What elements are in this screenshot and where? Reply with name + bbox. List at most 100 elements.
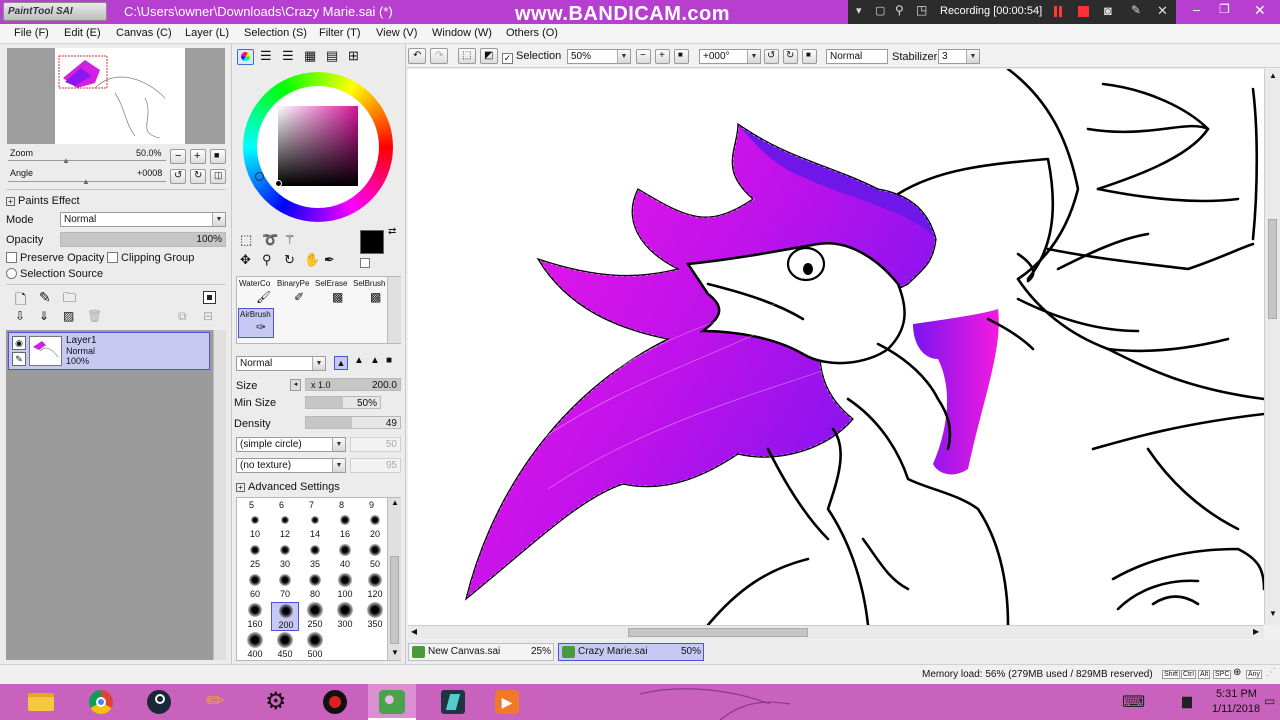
canvas-vertical-scrollbar[interactable]: ▲ ▼ (1264, 69, 1280, 625)
eyedropper-icon[interactable]: ✒ (324, 252, 335, 268)
scroll-thumb[interactable] (390, 556, 399, 644)
scroll-up-icon[interactable]: ▲ (391, 498, 399, 507)
canvas-zoom-out-button[interactable]: − (636, 49, 651, 64)
tab-crazy-marie[interactable]: Crazy Marie.sai 50% (558, 643, 704, 661)
scratchpad-tab-icon[interactable]: ▤ (326, 48, 338, 64)
size-preset-10[interactable]: 10 (241, 512, 269, 541)
eye-icon[interactable]: ◉ (12, 336, 26, 350)
recorder-close-icon[interactable]: ✕ (1157, 3, 1168, 19)
menu-layer[interactable]: Layer (L) (185, 27, 229, 39)
zoom-slider[interactable] (8, 160, 166, 164)
scroll-thumb[interactable] (1268, 219, 1277, 319)
canvas-zoom-select[interactable]: 50% ▼ (567, 49, 631, 64)
taskbar-pencil-app[interactable]: ✏ (200, 688, 234, 716)
magic-wand-icon[interactable]: ⚚ (284, 232, 296, 248)
size-preset-60[interactable]: 60 (241, 572, 269, 601)
zoom-reset-button[interactable]: ■ (210, 149, 226, 164)
canvas-zoom-reset-button[interactable]: ■ (674, 49, 689, 64)
primary-color-swatch[interactable] (360, 230, 384, 254)
new-linework-layer-icon[interactable]: ✎ (39, 289, 51, 306)
brush-slot-binary[interactable]: BinaryPe ✐ (276, 278, 313, 308)
brush-size-slider[interactable]: x 1.0 200.0 (305, 378, 401, 391)
brush-texture-select[interactable]: (no texture) ▼ (236, 458, 346, 473)
canvas-zoom-in-button[interactable]: + (655, 49, 670, 64)
deselect-button[interactable]: ⬚ (458, 48, 476, 64)
stabilizer-select[interactable]: 3 ▼ (938, 49, 980, 64)
brush-shape-medium-icon[interactable]: ▲ (354, 355, 364, 366)
navigator-preview[interactable] (7, 48, 225, 144)
menu-others[interactable]: Others (O) (506, 27, 558, 39)
brush-shape-soft-icon[interactable]: ▲ (370, 355, 380, 366)
minimize-icon[interactable]: – (1193, 2, 1200, 17)
menu-window[interactable]: Window (W) (432, 27, 492, 39)
color-picker-marker[interactable] (275, 180, 282, 187)
brush-slot-airbrush[interactable]: AirBrush ✑ (238, 308, 274, 338)
taskbar-file-explorer[interactable] (24, 688, 58, 716)
size-preset-30[interactable]: 30 (271, 542, 299, 571)
menu-canvas[interactable]: Canvas (C) (116, 27, 172, 39)
brush-slot-selerase[interactable]: SelErase ▩ (314, 278, 351, 308)
size-preset-450[interactable]: 450 (271, 632, 299, 661)
swatches-tab-icon[interactable]: ▦ (304, 48, 316, 64)
keyboard-icon[interactable]: ⌨ (1122, 692, 1145, 712)
taskbar-bandicam[interactable] (318, 688, 352, 716)
rotate-right-button[interactable]: ↻ (190, 169, 206, 184)
canvas-angle-select[interactable]: +000° ▼ (699, 49, 761, 64)
canvas-area[interactable] (408, 69, 1264, 625)
draw-icon[interactable]: ✎ (1131, 3, 1141, 17)
selection-source-checkbox[interactable]: Selection Source (6, 268, 103, 280)
preserve-opacity-checkbox[interactable]: Preserve Opacity (6, 252, 104, 264)
color-wheel-tab-icon[interactable] (237, 49, 254, 65)
taskbar-play-app[interactable]: ▶ (490, 688, 524, 716)
canvas-rotate-reset-button[interactable]: ■ (802, 49, 817, 64)
pen-lock-icon[interactable]: ✎ (12, 352, 26, 366)
transparent-color-icon[interactable] (360, 258, 370, 268)
layer-mode-select[interactable]: Normal ▼ (60, 212, 226, 227)
paints-effect-header[interactable]: + Paints Effect (6, 195, 80, 207)
taskbar-paint-tool-sai[interactable] (368, 684, 416, 720)
canvas-rotate-right-button[interactable]: ↻ (783, 49, 798, 64)
size-preset-50[interactable]: 50 (361, 542, 389, 571)
size-preset-16[interactable]: 16 (331, 512, 359, 541)
blend-mode-select[interactable]: Normal (826, 49, 888, 64)
delete-mask-icon[interactable]: ⊟ (203, 309, 213, 323)
menu-filter[interactable]: Filter (T) (319, 27, 361, 39)
delete-layer-icon[interactable]: 🗑 (87, 309, 102, 323)
zoom-in-button[interactable]: + (190, 149, 206, 164)
clock-time[interactable]: 5:31 PM (1216, 688, 1257, 700)
size-preset-80[interactable]: 80 (301, 572, 329, 601)
invert-selection-button[interactable]: ◩ (480, 48, 498, 64)
scroll-up-icon[interactable]: ▲ (1269, 71, 1277, 80)
menu-file[interactable]: File (F) (14, 27, 49, 39)
merge-down-icon[interactable]: ⇓ (39, 309, 49, 323)
recorder-area-icon[interactable]: ◳ (916, 3, 927, 17)
hand-icon[interactable]: ✋ (304, 252, 320, 268)
layer-list-scrollbar[interactable] (213, 330, 226, 660)
menu-selection[interactable]: Selection (S) (244, 27, 307, 39)
clock-date[interactable]: 1/11/2018 (1212, 703, 1260, 715)
recorder-minimize-icon[interactable]: ▾ (856, 4, 862, 17)
undo-button[interactable]: ↶ (408, 48, 426, 64)
move-icon[interactable]: ✥ (240, 252, 251, 268)
close-icon[interactable]: ✕ (1254, 2, 1266, 19)
size-preset-100[interactable]: 100 (331, 572, 359, 601)
brush-slot-watercolor[interactable]: WaterCo 🖌 (238, 278, 275, 308)
zoom-tool-icon[interactable]: ⚲ (262, 252, 272, 268)
min-size-slider[interactable]: 50% (305, 396, 381, 409)
brush-texture-amount[interactable]: 95 (350, 458, 401, 473)
clipping-group-checkbox[interactable]: Clipping Group (107, 252, 194, 264)
color-wheel[interactable] (243, 72, 393, 222)
hsv-slider-tab-icon[interactable]: ☰ (282, 48, 294, 64)
size-preset-300[interactable]: 300 (331, 602, 359, 631)
maximize-icon[interactable]: ❐ (1219, 2, 1230, 16)
canvas-rotate-left-button[interactable]: ↺ (764, 49, 779, 64)
layer-row[interactable]: ◉ ✎ Layer1 Normal 100% (8, 332, 210, 370)
screenshot-icon[interactable]: ◙ (1104, 3, 1112, 18)
scroll-thumb[interactable] (628, 628, 808, 637)
rgb-slider-tab-icon[interactable]: ☰ (260, 48, 272, 64)
presets-scrollbar[interactable]: ▲ ▼ (387, 498, 401, 660)
menu-edit[interactable]: Edit (E) (64, 27, 101, 39)
brush-mode-select[interactable]: Normal ▼ (236, 356, 326, 371)
brush-shape-amount[interactable]: 50 (350, 437, 401, 452)
tab-new-canvas[interactable]: New Canvas.sai 25% (408, 643, 554, 661)
